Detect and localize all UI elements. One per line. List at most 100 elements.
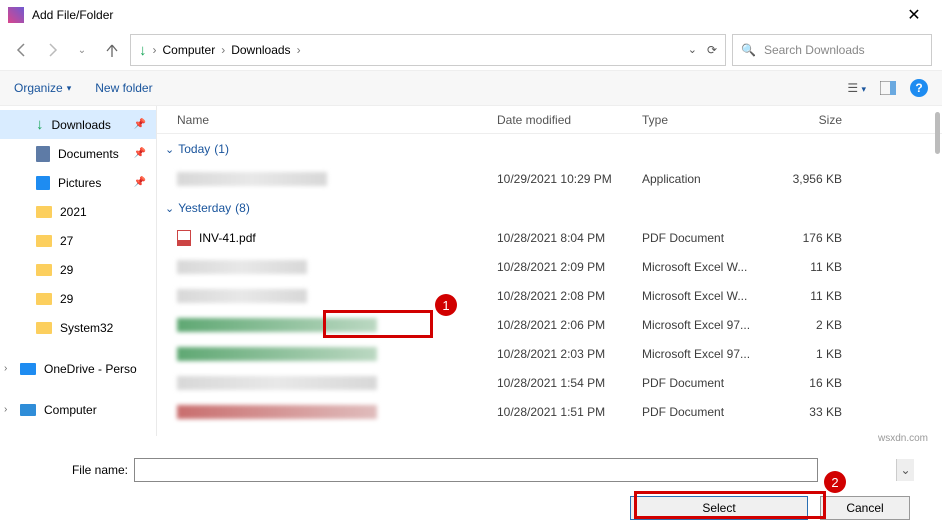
cancel-button[interactable]: Cancel [820,496,910,520]
computer-icon [20,404,36,416]
pin-icon: 📌 [134,177,146,188]
chevron-right-icon: › [221,43,225,57]
sidebar-item-computer[interactable]: › Computer [0,395,156,424]
filename-input[interactable] [134,458,818,482]
sidebar-item-label: 2021 [60,205,87,219]
pin-icon: 📌 [134,148,146,159]
column-name[interactable]: Name [177,113,497,127]
panel-icon [880,81,896,95]
download-icon: ↓ [36,116,44,133]
folder-icon [36,206,52,218]
arrow-up-icon [104,42,120,58]
blurred-filename [177,405,377,419]
chevron-right-icon: › [153,43,157,57]
file-size: 176 KB [762,231,842,245]
back-button[interactable] [10,38,34,62]
column-size[interactable]: Size [762,113,842,127]
arrow-left-icon [14,42,30,58]
group-header-today[interactable]: ⌄ Today (1) [157,134,942,164]
recent-dropdown[interactable]: ⌄ [70,38,94,62]
close-button[interactable]: ✕ [894,5,934,25]
column-date[interactable]: Date modified [497,113,642,127]
sidebar-item-downloads[interactable]: ↓ Downloads 📌 [0,110,156,139]
file-list: Name Date modified Type Size ⌄ Today (1)… [156,106,942,436]
chevron-right-icon[interactable]: › [4,404,7,415]
sidebar-item-folder[interactable]: 27 [0,226,156,255]
sidebar-item-label: 29 [60,263,73,277]
blurred-filename [177,347,377,361]
sidebar-item-label: Computer [44,403,97,417]
sidebar-item-label: System32 [60,321,113,335]
sidebar-item-folder[interactable]: 29 [0,255,156,284]
preview-pane-button[interactable] [880,81,896,95]
download-icon: ↓ [139,42,147,59]
blurred-filename [177,260,307,274]
sidebar-item-label: 29 [60,292,73,306]
address-bar[interactable]: ↓ › Computer › Downloads › ⌄ ⟳ [130,34,726,66]
chevron-down-icon: ⌄ [165,202,174,215]
sidebar: ↓ Downloads 📌 Documents 📌 Pictures 📌 202… [0,106,156,436]
window-title: Add File/Folder [32,8,113,22]
cloud-icon [20,363,36,375]
blurred-filename [177,172,327,186]
filename-dropdown[interactable]: ⌄ [896,459,914,481]
sidebar-item-folder[interactable]: 2021 [0,197,156,226]
sidebar-item-label: Downloads [52,118,111,132]
blurred-filename [177,318,377,332]
file-row[interactable]: 10/28/2021 2:06 PM Microsoft Excel 97...… [157,310,942,339]
crumb-downloads[interactable]: Downloads [231,43,290,57]
up-button[interactable] [100,38,124,62]
file-row-inv41[interactable]: INV-41.pdf 10/28/2021 8:04 PM PDF Docume… [157,223,942,252]
chevron-down-icon: ⌄ [165,143,174,156]
scrollbar[interactable] [935,112,940,154]
filename-label: File name: [72,463,134,477]
chevron-down-icon[interactable]: ⌄ [688,43,697,57]
folder-icon [36,235,52,247]
file-date: 10/28/2021 8:04 PM [497,231,642,245]
arrow-right-icon [44,42,60,58]
sidebar-item-folder[interactable]: System32 [0,313,156,342]
crumb-computer[interactable]: Computer [163,43,216,57]
sidebar-item-folder[interactable]: 29 [0,284,156,313]
folder-icon [36,264,52,276]
sidebar-item-label: 27 [60,234,73,248]
view-menu[interactable]: ☰ ▾ [847,81,866,95]
organize-menu[interactable]: Organize▾ [14,81,71,95]
group-header-yesterday[interactable]: ⌄ Yesterday (8) [157,193,942,223]
file-row[interactable]: 10/28/2021 2:09 PM Microsoft Excel W... … [157,252,942,281]
sidebar-item-pictures[interactable]: Pictures 📌 [0,168,156,197]
sidebar-item-label: Pictures [58,176,101,190]
blurred-filename [177,289,307,303]
app-icon [8,7,24,23]
sidebar-item-label: Documents [58,147,119,161]
file-row[interactable]: 10/28/2021 2:08 PM Microsoft Excel W... … [157,281,942,310]
forward-button[interactable] [40,38,64,62]
picture-icon [36,176,50,190]
sidebar-item-label: OneDrive - Perso [44,362,137,376]
help-button[interactable]: ? [910,79,928,97]
chevron-right-icon[interactable]: › [4,363,7,374]
chevron-down-icon: ▾ [67,83,72,94]
sidebar-item-documents[interactable]: Documents 📌 [0,139,156,168]
file-name: INV-41.pdf [199,231,256,245]
refresh-button[interactable]: ⟳ [707,43,717,57]
search-input[interactable]: 🔍 Search Downloads [732,34,932,66]
file-row[interactable]: 10/28/2021 2:03 PM Microsoft Excel 97...… [157,339,942,368]
file-row[interactable]: 10/29/2021 10:29 PM Application 3,956 KB [157,164,942,193]
annotation-highlight-2 [634,491,826,519]
chevron-right-icon: › [297,43,301,57]
sidebar-item-onedrive[interactable]: › OneDrive - Perso [0,354,156,383]
document-icon [36,146,50,162]
column-type[interactable]: Type [642,113,762,127]
file-size: 3,956 KB [762,172,842,186]
pdf-icon [177,230,191,246]
file-type: PDF Document [642,231,762,245]
file-row[interactable]: 10/28/2021 1:51 PM PDF Document 33 KB [157,397,942,426]
folder-icon [36,322,52,334]
file-row[interactable]: 10/28/2021 1:54 PM PDF Document 16 KB [157,368,942,397]
blurred-filename [177,376,377,390]
new-folder-button[interactable]: New folder [95,81,152,95]
search-placeholder: Search Downloads [764,43,865,57]
file-date: 10/29/2021 10:29 PM [497,172,642,186]
folder-icon [36,293,52,305]
